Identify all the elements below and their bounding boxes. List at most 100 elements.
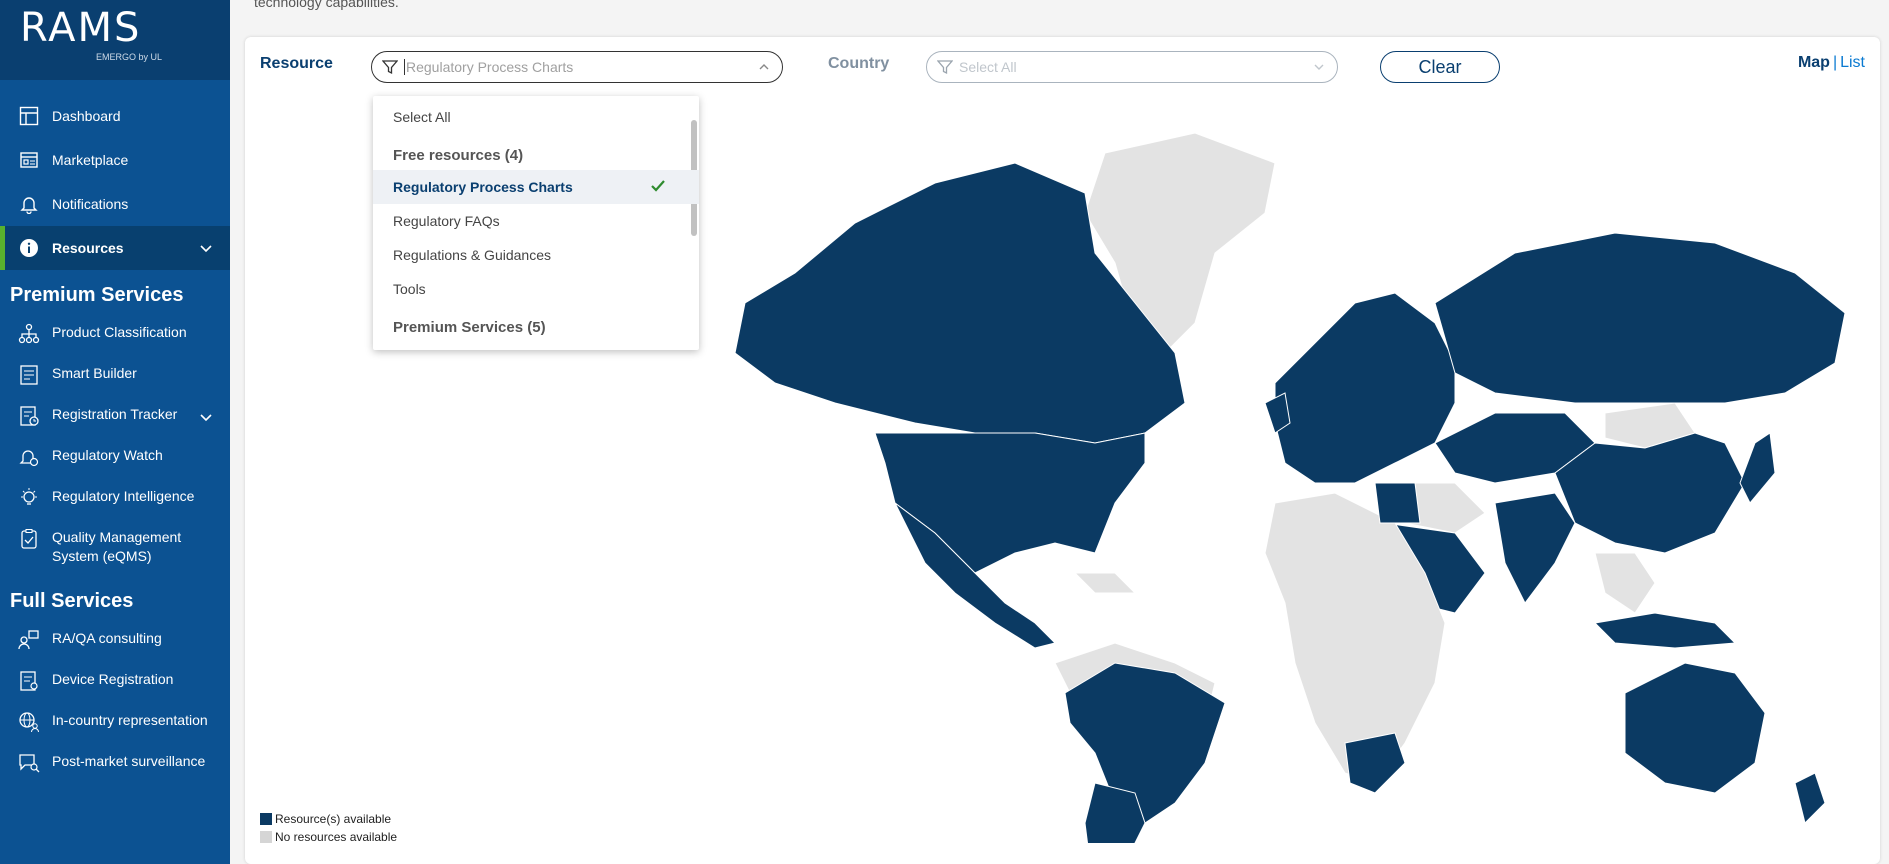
bell-icon bbox=[18, 193, 40, 215]
legend-label: No resources available bbox=[275, 830, 398, 844]
sidebar-item-eqms[interactable]: Quality Management System (eQMS) bbox=[0, 518, 230, 586]
logo-subtitle: EMERGO by UL bbox=[96, 52, 163, 62]
dropdown-option[interactable]: Regulatory FAQs bbox=[373, 204, 699, 238]
resources-panel: Resource Regulatory Process Charts Count… bbox=[245, 37, 1880, 864]
marketplace-icon bbox=[18, 149, 40, 171]
logo-text: RAMS bbox=[20, 5, 142, 51]
clear-button[interactable]: Clear bbox=[1380, 51, 1500, 83]
chevron-down-icon[interactable] bbox=[1313, 60, 1325, 76]
dropdown-option-label: Regulatory Process Charts bbox=[393, 179, 573, 195]
sidebar-item-ra-qa-consulting[interactable]: RA/QA consulting bbox=[0, 619, 230, 660]
consulting-icon bbox=[18, 629, 40, 651]
map-legend: Resource(s) available No resources avail… bbox=[260, 810, 397, 846]
dropdown-group-free: Free resources (4) bbox=[393, 146, 524, 164]
legend-label: Resource(s) available bbox=[275, 812, 392, 826]
certificate-icon bbox=[18, 670, 40, 692]
sidebar-item-label: In-country representation bbox=[52, 712, 208, 728]
sidebar-item-device-registration[interactable]: Device Registration bbox=[0, 660, 230, 701]
tracker-icon bbox=[18, 405, 40, 427]
sidebar-item-regulatory-watch[interactable]: Regulatory Watch bbox=[0, 436, 230, 477]
dropdown-option[interactable]: Regulations & Guidances bbox=[373, 238, 699, 272]
chevron-up-icon[interactable] bbox=[758, 60, 770, 76]
sidebar-item-smart-builder[interactable]: Smart Builder bbox=[0, 354, 230, 395]
region-australia bbox=[1624, 662, 1766, 794]
sidebar-item-notifications[interactable]: Notifications bbox=[0, 182, 230, 226]
sidebar-item-registration-tracker[interactable]: Registration Tracker bbox=[0, 395, 230, 436]
sidebar-item-label: Regulatory Intelligence bbox=[52, 488, 195, 504]
sidebar-item-marketplace[interactable]: Marketplace bbox=[0, 138, 230, 182]
globe-person-icon bbox=[18, 711, 40, 733]
sidebar-item-label: Smart Builder bbox=[52, 365, 137, 381]
dropdown-option-selected[interactable]: Regulatory Process Charts bbox=[373, 170, 699, 204]
check-icon bbox=[651, 179, 665, 195]
sidebar-item-label: Regulatory Watch bbox=[52, 447, 163, 463]
sidebar-item-label: RA/QA consulting bbox=[52, 630, 162, 646]
premium-services-heading: Premium Services bbox=[10, 284, 184, 306]
region-indonesia bbox=[1593, 612, 1737, 649]
dashboard-icon bbox=[18, 105, 40, 127]
region-india bbox=[1494, 492, 1576, 604]
filter-icon bbox=[382, 59, 398, 75]
sidebar-item-post-market-surveillance[interactable]: Post-market surveillance bbox=[0, 742, 230, 783]
country-select[interactable]: Select All bbox=[926, 51, 1338, 83]
legend-item-unavailable: No resources available bbox=[260, 828, 397, 846]
sidebar-item-label: Notifications bbox=[52, 196, 129, 212]
chevron-down-icon[interactable] bbox=[200, 240, 212, 256]
country-search-input[interactable]: Select All bbox=[959, 59, 1017, 75]
country-label: Country bbox=[828, 55, 890, 72]
sidebar-item-label: Dashboard bbox=[52, 108, 121, 124]
region-new-zealand bbox=[1794, 772, 1826, 824]
region-southeast-asia bbox=[1594, 552, 1656, 614]
logo[interactable]: RAMS EMERGO by UL bbox=[0, 0, 230, 80]
clipboard-icon bbox=[18, 528, 40, 550]
sidebar-item-label: Registration Tracker bbox=[52, 406, 178, 422]
sidebar-item-dashboard[interactable]: Dashboard bbox=[0, 94, 230, 138]
dropdown-group-premium: Premium Services (5) bbox=[393, 318, 546, 336]
sidebar-item-label: Post-market surveillance bbox=[52, 753, 206, 769]
watch-bell-icon bbox=[18, 446, 40, 468]
sidebar: RAMS EMERGO by UL Dashboard Marketplace … bbox=[0, 0, 230, 864]
map-view-link[interactable]: Map bbox=[1798, 54, 1830, 71]
sidebar-item-label: Device Registration bbox=[52, 671, 174, 687]
legend-item-available: Resource(s) available bbox=[260, 810, 397, 828]
resource-label: Resource bbox=[260, 55, 333, 72]
intro-text: technology capabilities. bbox=[254, 0, 399, 10]
region-russia bbox=[1434, 232, 1846, 404]
sidebar-item-label: Resources bbox=[52, 240, 124, 256]
region-egypt bbox=[1374, 482, 1421, 524]
chevron-down-icon[interactable] bbox=[200, 409, 212, 425]
region-south-africa bbox=[1344, 732, 1406, 794]
resource-search-input[interactable]: Regulatory Process Charts bbox=[406, 59, 573, 75]
sidebar-item-regulatory-intelligence[interactable]: Regulatory Intelligence bbox=[0, 477, 230, 518]
sidebar-item-label: Quality Management System (eQMS) bbox=[52, 529, 182, 564]
resource-dropdown: Select All Free resources (4) Regulatory… bbox=[373, 96, 699, 350]
main-nav: Dashboard Marketplace Notifications Reso… bbox=[0, 94, 230, 270]
legend-swatch-unavailable bbox=[260, 831, 272, 843]
legend-swatch-available bbox=[260, 813, 272, 825]
document-list-icon bbox=[18, 364, 40, 386]
full-services-heading: Full Services bbox=[10, 590, 134, 612]
view-toggle: Map | List bbox=[1798, 54, 1865, 72]
resource-select[interactable]: Regulatory Process Charts bbox=[371, 51, 783, 83]
sidebar-item-label: Product Classification bbox=[52, 324, 187, 340]
region-china bbox=[1554, 432, 1746, 554]
filter-icon bbox=[937, 59, 953, 75]
chat-search-icon bbox=[18, 752, 40, 774]
region-caribbean bbox=[1073, 572, 1137, 594]
info-icon bbox=[18, 237, 40, 259]
sidebar-item-label: Marketplace bbox=[52, 152, 129, 168]
sidebar-item-product-classification[interactable]: Product Classification bbox=[0, 313, 230, 354]
region-europe bbox=[1274, 292, 1456, 484]
list-view-link[interactable]: List bbox=[1840, 54, 1865, 71]
region-usa bbox=[874, 432, 1146, 574]
text-cursor bbox=[404, 59, 405, 75]
dropdown-option-select-all[interactable]: Select All bbox=[373, 100, 699, 134]
region-japan bbox=[1739, 432, 1776, 504]
sidebar-item-in-country-representation[interactable]: In-country representation bbox=[0, 701, 230, 742]
lightbulb-icon bbox=[18, 487, 40, 509]
view-toggle-separator: | bbox=[1832, 54, 1838, 71]
dropdown-option[interactable]: Tools bbox=[373, 272, 699, 306]
sidebar-item-resources[interactable]: Resources bbox=[0, 226, 230, 270]
world-map[interactable] bbox=[495, 103, 1889, 843]
hierarchy-icon bbox=[18, 323, 40, 345]
